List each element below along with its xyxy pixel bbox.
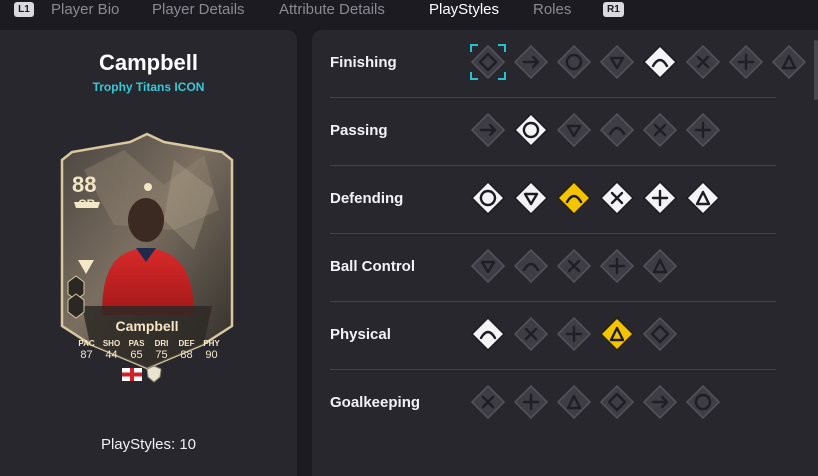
footwork-icon[interactable] [513, 384, 549, 420]
aerial-icon[interactable] [599, 316, 635, 352]
card-stat-pac: PAC 87 [78, 339, 95, 361]
gamechanger-icon[interactable] [771, 44, 807, 80]
dead-ball-icon[interactable] [599, 44, 635, 80]
card-frame-icon [60, 132, 234, 370]
scrollbar[interactable] [814, 40, 818, 100]
jockey-icon[interactable] [470, 180, 506, 216]
playstyle-category-label: Goalkeeping [330, 394, 421, 411]
england-flag-icon [122, 368, 142, 381]
playstyle-category-label: Defending [330, 190, 404, 207]
playstyle-row-defending: Defending [312, 166, 806, 234]
playstyle-category-label: Physical [330, 326, 391, 343]
intercept-icon[interactable] [556, 180, 592, 216]
playstyle-row-finishing: Finishing [312, 30, 807, 98]
whipped-pass-icon[interactable] [642, 112, 678, 148]
rush-out-icon[interactable] [599, 384, 635, 420]
press-proven-icon[interactable] [642, 248, 678, 284]
player-summary-panel: Campbell Trophy Titans ICON 88 CB Campbe… [0, 30, 297, 476]
first-touch-icon[interactable] [556, 248, 592, 284]
card-position: CB [78, 197, 96, 211]
power-header-icon[interactable] [642, 44, 678, 80]
card-stat-def: DEF 88 [178, 339, 195, 361]
card-rating: 88 [72, 172, 97, 197]
long-ball-pass-icon[interactable] [556, 112, 592, 148]
l1-shoulder-button-icon[interactable]: L1 [14, 2, 34, 17]
far-reach-icon[interactable] [642, 384, 678, 420]
playstyle-row-goalkeeping: Goalkeeping [312, 370, 806, 438]
card-player-name: Campbell [115, 318, 179, 334]
tab-roles[interactable]: Roles [533, 1, 571, 18]
playstyle-row-physical: Physical [312, 302, 806, 370]
player-card: 88 CB Campbell PAC 87 SHO 44 PAS 65 DRI 75 D… [54, 130, 240, 383]
r1-shoulder-button-icon[interactable]: R1 [603, 2, 624, 17]
tiki-taka-icon[interactable] [599, 112, 635, 148]
playstyle-row-passing: Passing [312, 98, 806, 166]
bruiser-icon[interactable] [685, 180, 721, 216]
card-stats: PAC 87 SHO 44 PAS 65 DRI 75 DEF 88 PHY 90 [74, 339, 224, 361]
playstyle-category-label: Finishing [330, 54, 397, 71]
pinged-pass-icon[interactable] [513, 112, 549, 148]
technical-icon[interactable] [470, 248, 506, 284]
incisive-pass-icon[interactable] [470, 112, 506, 148]
acrobatic-icon[interactable] [685, 44, 721, 80]
playstyle-category-label: Ball Control [330, 258, 415, 275]
playstyle-row-ball-control: Ball Control [312, 234, 806, 302]
card-stat-dri: DRI 75 [154, 339, 169, 361]
icons-club-badge-icon [146, 365, 162, 383]
tab-player-bio[interactable]: Player Bio [51, 1, 119, 18]
far-throw-icon[interactable] [470, 384, 506, 420]
low-driven-shot-icon[interactable] [728, 44, 764, 80]
top-tab-bar: L1 Player Bio Player Details Attribute D… [0, 0, 818, 24]
finesse-shot-icon[interactable] [470, 44, 506, 80]
tab-attribute-details[interactable]: Attribute Details [279, 1, 385, 18]
trickster-icon[interactable] [599, 248, 635, 284]
trivela-icon[interactable] [556, 316, 592, 352]
slide-tackle-icon[interactable] [642, 180, 678, 216]
inventive-icon[interactable] [685, 112, 721, 148]
quick-step-icon[interactable] [470, 316, 506, 352]
deflector-icon[interactable] [685, 384, 721, 420]
card-stat-pas: PAS 65 [128, 339, 145, 361]
cross-claimer-icon[interactable] [556, 384, 592, 420]
anticipate-icon[interactable] [599, 180, 635, 216]
long-throw-icon[interactable] [642, 316, 678, 352]
tab-player-details[interactable]: Player Details [152, 1, 245, 18]
block-icon[interactable] [513, 180, 549, 216]
card-stat-phy: PHY 90 [203, 339, 220, 361]
tab-playstyles[interactable]: PlayStyles [429, 1, 499, 18]
playstyles-panel: Finishing Passing Defending Ball Control Phy… [312, 30, 818, 476]
card-version-label: Trophy Titans ICON [92, 80, 205, 94]
power-shot-icon[interactable] [556, 44, 592, 80]
chip-shot-icon[interactable] [513, 44, 549, 80]
rapid-icon[interactable] [513, 248, 549, 284]
relentless-icon[interactable] [513, 316, 549, 352]
playstyles-count: PlayStyles: 10 [100, 436, 197, 453]
playstyle-category-label: Passing [330, 122, 388, 139]
player-name: Campbell [98, 50, 199, 75]
card-stat-sho: SHO 44 [102, 339, 121, 361]
